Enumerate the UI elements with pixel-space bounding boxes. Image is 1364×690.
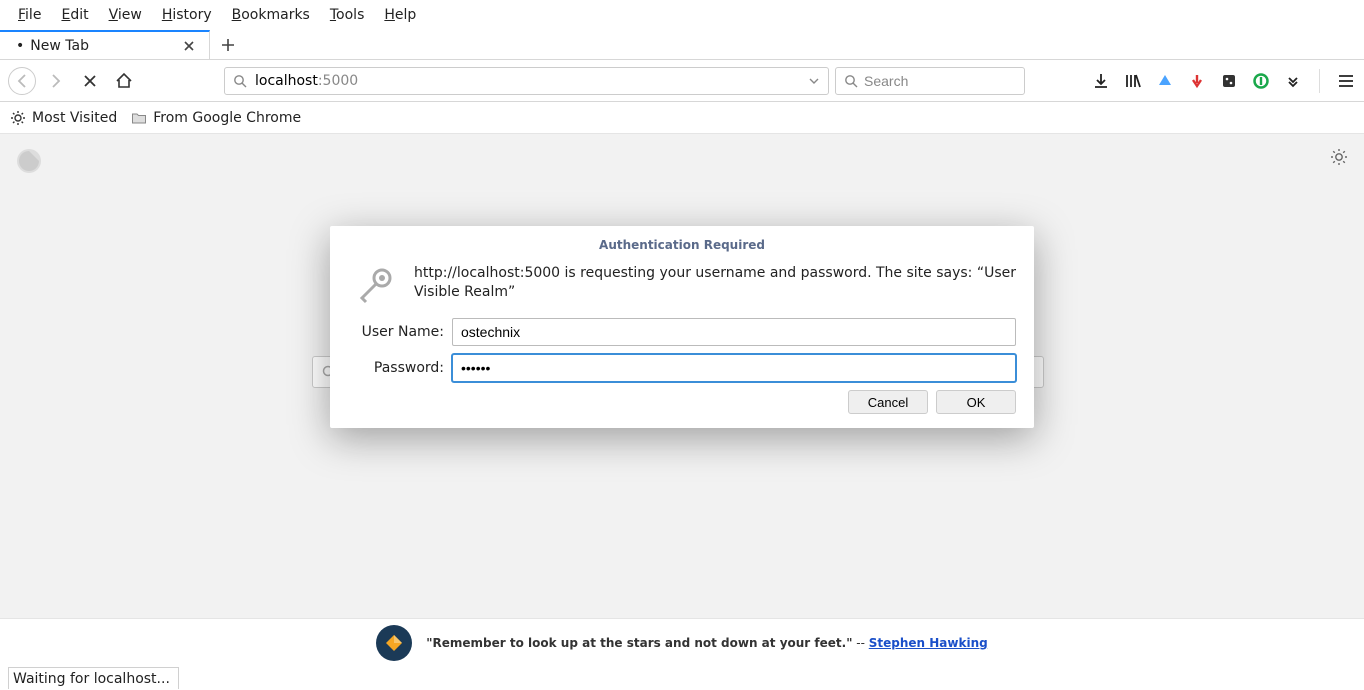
toolbar-right bbox=[1091, 69, 1356, 93]
search-input[interactable] bbox=[864, 73, 1016, 89]
hamburger-menu-icon[interactable] bbox=[1336, 71, 1356, 91]
toolbar-divider bbox=[1319, 69, 1320, 93]
overflow-icon[interactable] bbox=[1283, 71, 1303, 91]
extension-icon-green-circle[interactable] bbox=[1251, 71, 1271, 91]
key-icon bbox=[356, 264, 396, 304]
extension-icon-square[interactable] bbox=[1219, 71, 1239, 91]
search-glass-icon bbox=[233, 74, 247, 88]
menu-file[interactable]: File bbox=[8, 3, 51, 27]
footer-bar: "Remember to look up at the stars and no… bbox=[0, 618, 1364, 666]
menu-bookmarks[interactable]: Bookmarks bbox=[222, 3, 320, 27]
cancel-button[interactable]: Cancel bbox=[848, 390, 928, 414]
username-label: User Name: bbox=[348, 324, 444, 340]
dialog-message: http://localhost:5000 is requesting your… bbox=[414, 264, 1016, 302]
footer-quote: "Remember to look up at the stars and no… bbox=[426, 636, 987, 650]
downloads-icon[interactable] bbox=[1091, 71, 1111, 91]
quote-text: "Remember to look up at the stars and no… bbox=[426, 636, 852, 650]
forward-button[interactable] bbox=[42, 67, 70, 95]
modal-layer: Authentication Required http://localhost… bbox=[0, 134, 1364, 618]
home-button[interactable] bbox=[110, 67, 138, 95]
tab-label: New Tab bbox=[30, 38, 179, 54]
menu-edit[interactable]: Edit bbox=[51, 3, 98, 27]
quote-dash: -- bbox=[852, 636, 868, 650]
search-icon bbox=[844, 74, 858, 88]
auth-dialog: Authentication Required http://localhost… bbox=[330, 226, 1034, 428]
ok-button[interactable]: OK bbox=[936, 390, 1016, 414]
menu-view[interactable]: View bbox=[99, 3, 152, 27]
bookmark-label: From Google Chrome bbox=[153, 110, 301, 126]
extension-icon-blue[interactable] bbox=[1155, 71, 1175, 91]
stop-button[interactable] bbox=[76, 67, 104, 95]
url-bar[interactable]: localhost:5000 bbox=[224, 67, 829, 95]
password-input[interactable] bbox=[452, 354, 1016, 382]
folder-icon bbox=[131, 110, 147, 126]
extension-icon-red-arrow[interactable] bbox=[1187, 71, 1207, 91]
status-text: Waiting for localhost... bbox=[8, 667, 179, 689]
quote-author-link[interactable]: Stephen Hawking bbox=[869, 636, 988, 650]
quote-badge-icon bbox=[376, 625, 412, 661]
search-box[interactable] bbox=[835, 67, 1025, 95]
bookmark-label: Most Visited bbox=[32, 110, 117, 126]
tab-new-tab[interactable]: • New Tab bbox=[0, 30, 210, 60]
menu-help[interactable]: Help bbox=[374, 3, 426, 27]
bookmarks-toolbar: Most Visited From Google Chrome bbox=[0, 102, 1364, 134]
url-host: localhost bbox=[255, 73, 318, 89]
gear-icon bbox=[10, 110, 26, 126]
menu-tools[interactable]: Tools bbox=[320, 3, 375, 27]
back-button[interactable] bbox=[8, 67, 36, 95]
library-icon[interactable] bbox=[1123, 71, 1143, 91]
page-content: Authentication Required http://localhost… bbox=[0, 134, 1364, 618]
username-input[interactable] bbox=[452, 318, 1016, 346]
bookmark-most-visited[interactable]: Most Visited bbox=[10, 110, 117, 126]
password-label: Password: bbox=[348, 360, 444, 376]
new-tab-button[interactable] bbox=[210, 30, 246, 60]
tab-dirty-indicator: • bbox=[16, 38, 24, 54]
menu-history[interactable]: History bbox=[152, 3, 222, 27]
navigation-toolbar: localhost:5000 bbox=[0, 60, 1364, 102]
menu-bar: File Edit View History Bookmarks Tools H… bbox=[0, 0, 1364, 30]
status-bar: Waiting for localhost... bbox=[0, 666, 1364, 690]
bookmark-from-chrome[interactable]: From Google Chrome bbox=[131, 110, 301, 126]
tab-strip: • New Tab bbox=[0, 30, 1364, 60]
close-tab-icon[interactable] bbox=[179, 38, 199, 54]
url-dropdown-icon[interactable] bbox=[808, 75, 820, 87]
url-port: :5000 bbox=[318, 73, 358, 89]
dialog-title: Authentication Required bbox=[348, 238, 1016, 252]
